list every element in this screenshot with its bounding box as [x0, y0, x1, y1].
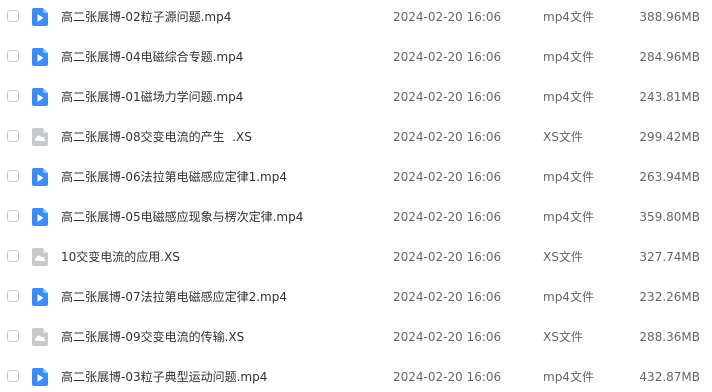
cloud-file-icon	[32, 248, 48, 266]
file-size: 232.26MB	[639, 290, 700, 304]
video-file-icon	[32, 88, 48, 106]
file-type: XS文件	[543, 330, 583, 344]
file-type: mp4文件	[543, 10, 594, 24]
file-row[interactable]: 高二张展博-07法拉第电磁感应定律2.mp4 2024-02-20 16:06 …	[0, 282, 712, 312]
file-size: 288.36MB	[639, 330, 700, 344]
file-size: 284.96MB	[639, 50, 700, 64]
file-row[interactable]: 高二张展博-02粒子源问题.mp4 2024-02-20 16:06 mp4文件…	[0, 2, 712, 32]
row-checkbox[interactable]	[7, 330, 19, 342]
file-type: XS文件	[543, 130, 583, 144]
row-checkbox[interactable]	[7, 50, 19, 62]
file-row[interactable]: 高二张展博-09交变电流的传输.XS 2024-02-20 16:06 XS文件…	[0, 322, 712, 352]
file-size: 263.94MB	[639, 170, 700, 184]
file-type: XS文件	[543, 250, 583, 264]
file-name[interactable]: 高二张展博-02粒子源问题.mp4	[61, 8, 231, 26]
video-file-icon	[32, 368, 48, 386]
row-checkbox[interactable]	[7, 90, 19, 102]
file-size: 243.81MB	[639, 90, 700, 104]
file-size: 388.96MB	[639, 10, 700, 24]
file-list: 高二张展博-02粒子源问题.mp4 2024-02-20 16:06 mp4文件…	[0, 0, 712, 392]
row-checkbox[interactable]	[7, 130, 19, 142]
file-size: 359.80MB	[639, 210, 700, 224]
file-type: mp4文件	[543, 90, 594, 104]
video-file-icon	[32, 288, 48, 306]
cloud-file-icon	[32, 128, 48, 146]
row-checkbox[interactable]	[7, 250, 19, 262]
file-name[interactable]: 高二张展博-08交变电流的产生 .XS	[61, 128, 252, 146]
file-size: 432.87MB	[639, 370, 700, 384]
file-row[interactable]: 高二张展博-01磁场力学问题.mp4 2024-02-20 16:06 mp4文…	[0, 82, 712, 112]
file-name[interactable]: 高二张展博-05电磁感应现象与楞次定律.mp4	[61, 208, 303, 226]
cloud-file-icon	[32, 328, 48, 346]
file-date: 2024-02-20 16:06	[393, 50, 502, 64]
video-file-icon	[32, 208, 48, 226]
row-checkbox[interactable]	[7, 210, 19, 222]
file-date: 2024-02-20 16:06	[393, 10, 502, 24]
file-date: 2024-02-20 16:06	[393, 170, 502, 184]
file-type: mp4文件	[543, 290, 594, 304]
file-type: mp4文件	[543, 210, 594, 224]
file-name[interactable]: 高二张展博-03粒子典型运动问题.mp4	[61, 368, 267, 386]
file-row[interactable]: 高二张展博-06法拉第电磁感应定律1.mp4 2024-02-20 16:06 …	[0, 162, 712, 192]
row-checkbox[interactable]	[7, 10, 19, 22]
file-name[interactable]: 高二张展博-07法拉第电磁感应定律2.mp4	[61, 288, 287, 306]
file-row[interactable]: 高二张展博-05电磁感应现象与楞次定律.mp4 2024-02-20 16:06…	[0, 202, 712, 232]
file-type: mp4文件	[543, 370, 594, 384]
file-type: mp4文件	[543, 50, 594, 64]
file-date: 2024-02-20 16:06	[393, 370, 502, 384]
file-size: 327.74MB	[639, 250, 700, 264]
file-name[interactable]: 高二张展博-01磁场力学问题.mp4	[61, 88, 243, 106]
video-file-icon	[32, 168, 48, 186]
video-file-icon	[32, 8, 48, 26]
file-type: mp4文件	[543, 170, 594, 184]
file-name[interactable]: 高二张展博-09交变电流的传输.XS	[61, 328, 244, 346]
file-row[interactable]: 高二张展博-08交变电流的产生 .XS 2024-02-20 16:06 XS文…	[0, 122, 712, 152]
file-date: 2024-02-20 16:06	[393, 130, 502, 144]
file-date: 2024-02-20 16:06	[393, 290, 502, 304]
file-row[interactable]: 高二张展博-04电磁综合专题.mp4 2024-02-20 16:06 mp4文…	[0, 42, 712, 72]
video-file-icon	[32, 48, 48, 66]
row-checkbox[interactable]	[7, 370, 19, 382]
file-date: 2024-02-20 16:06	[393, 210, 502, 224]
file-size: 299.42MB	[639, 130, 700, 144]
file-date: 2024-02-20 16:06	[393, 250, 502, 264]
file-date: 2024-02-20 16:06	[393, 330, 502, 344]
file-row[interactable]: 10交变电流的应用.XS 2024-02-20 16:06 XS文件 327.7…	[0, 242, 712, 272]
file-date: 2024-02-20 16:06	[393, 90, 502, 104]
file-name[interactable]: 高二张展博-06法拉第电磁感应定律1.mp4	[61, 168, 287, 186]
file-name[interactable]: 10交变电流的应用.XS	[61, 248, 180, 266]
row-checkbox[interactable]	[7, 170, 19, 182]
row-checkbox[interactable]	[7, 290, 19, 302]
file-name[interactable]: 高二张展博-04电磁综合专题.mp4	[61, 48, 243, 66]
file-row[interactable]: 高二张展博-03粒子典型运动问题.mp4 2024-02-20 16:06 mp…	[0, 362, 712, 392]
